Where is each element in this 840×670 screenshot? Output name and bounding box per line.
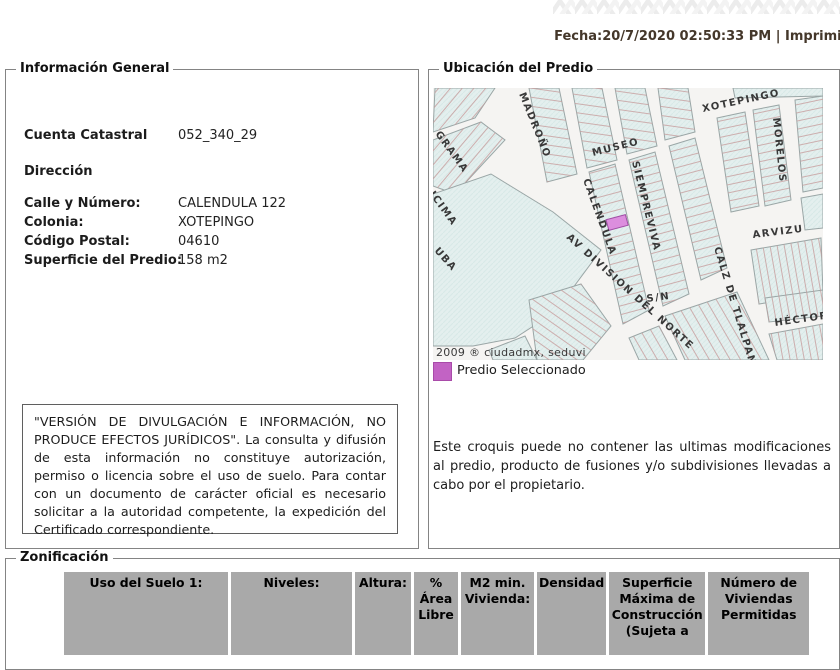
zonificacion-header-row: Uso del Suelo 1: Niveles: Altura: % Área… xyxy=(64,572,810,655)
col-superficie-maxima: Superficie Máxima de Construcción (Sujet… xyxy=(609,572,706,655)
ubicacion-fieldset: Ubicación del Predio MADROÑO GRAMA ICIMA… xyxy=(427,61,840,549)
colonia-label: Colonia: xyxy=(24,215,84,230)
calle-numero-label: Calle y Número: xyxy=(24,196,141,211)
legend-label: Predio Seleccionado xyxy=(457,363,586,378)
calle-numero-value: CALENDULA 122 xyxy=(178,196,287,211)
codigo-postal-value: 04610 xyxy=(178,234,220,249)
direccion-heading: Dirección xyxy=(24,164,93,179)
col-area-libre: % Área Libre xyxy=(414,572,458,655)
col-numero-viviendas: Número de Viviendas Permitidas xyxy=(708,572,810,655)
colonia-value: XOTEPINGO xyxy=(178,215,255,230)
superficie-label: Superficie del Predio: xyxy=(24,253,183,268)
general-info-fieldset: Información General Cuenta Catastral 052… xyxy=(5,61,419,549)
legal-disclaimer-box: "VERSIÓN DE DIVULGACIÓN E INFORMACIÓN, N… xyxy=(22,404,398,537)
superficie-value: 158 m2 xyxy=(178,253,228,268)
croquis-note: Este croquis puede no contener las ultim… xyxy=(433,440,831,493)
print-link[interactable]: Imprimir xyxy=(785,29,840,44)
zonificacion-fieldset: Zonificación Uso del Suelo 1: Niveles: A… xyxy=(5,550,840,670)
col-m2-min-vivienda: M2 min. Vivienda: xyxy=(461,572,534,655)
codigo-postal-label: Código Postal: xyxy=(24,234,130,249)
map-attribution: 2009 ® ciudadmx, seduvi xyxy=(436,346,586,359)
cuenta-catastral-label: Cuenta Catastral xyxy=(24,128,148,143)
zonificacion-table: Uso del Suelo 1: Niveles: Altura: % Área… xyxy=(61,569,812,658)
header-date-line: Fecha:20/7/2020 02:50:33 PM | Imprimir xyxy=(0,29,840,44)
col-uso-del-suelo: Uso del Suelo 1: xyxy=(64,572,228,655)
zonificacion-title: Zonificación xyxy=(16,550,113,565)
col-niveles: Niveles: xyxy=(231,572,352,655)
col-densidad: Densidad xyxy=(537,572,607,655)
decorative-chevron-pattern xyxy=(553,0,840,14)
date-label: Fecha:20/7/2020 02:50:33 PM xyxy=(554,29,772,44)
seduvi-certificate-page: { "header": { "date": "Fecha:20/7/2020 0… xyxy=(0,0,840,670)
selected-parcel-swatch xyxy=(433,362,452,381)
map-canvas: MADROÑO GRAMA ICIMA UBA MUSEO XOTEPINGO … xyxy=(427,87,829,367)
general-info-title: Información General xyxy=(16,61,174,76)
col-altura: Altura: xyxy=(355,572,411,655)
predio-map[interactable]: MADROÑO GRAMA ICIMA UBA MUSEO XOTEPINGO … xyxy=(427,87,829,367)
ubicacion-title: Ubicación del Predio xyxy=(439,61,598,76)
cuenta-catastral-value: 052_340_29 xyxy=(178,128,258,143)
separator: | xyxy=(771,29,786,44)
